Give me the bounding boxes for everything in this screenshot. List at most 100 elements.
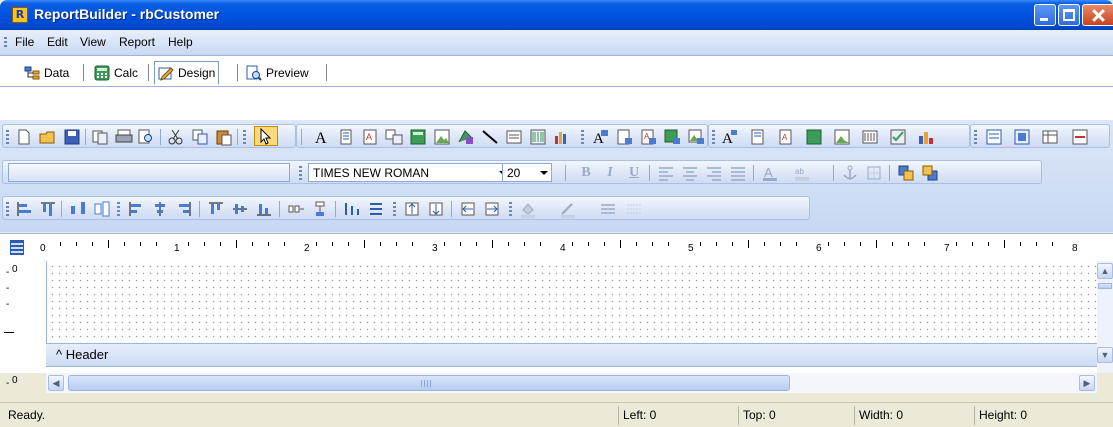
bold-icon[interactable]: B <box>577 164 595 182</box>
db-rich-text-icon[interactable]: A <box>639 128 657 146</box>
db-label2-icon[interactable]: A <box>721 128 739 146</box>
tab-calc[interactable]: Calc <box>91 62 141 84</box>
memo-icon[interactable] <box>337 128 355 146</box>
menu-grip[interactable] <box>4 37 7 49</box>
menu-file[interactable]: File <box>15 35 34 49</box>
nudge-right-icon[interactable] <box>483 200 501 218</box>
tab-data[interactable]: Data <box>21 62 72 84</box>
menu-help[interactable]: Help <box>168 35 193 49</box>
same-width-icon[interactable] <box>343 200 361 218</box>
align-bottom-edges-icon[interactable] <box>255 200 273 218</box>
scroll-up-icon[interactable]: ▲ <box>1097 263 1113 279</box>
print-preview-icon[interactable] <box>137 128 155 146</box>
scroll-left-icon[interactable]: ◀ <box>48 375 64 391</box>
menu-edit[interactable]: Edit <box>47 35 68 49</box>
nudge-down-icon[interactable] <box>427 200 445 218</box>
center-vert-icon[interactable] <box>311 200 329 218</box>
print-icon[interactable] <box>115 128 133 146</box>
border-icon[interactable] <box>865 164 883 182</box>
variable-icon[interactable] <box>409 128 427 146</box>
db-calc-icon[interactable] <box>663 128 681 146</box>
center-horz-icon[interactable] <box>287 200 305 218</box>
db-barcode-icon[interactable] <box>861 128 879 146</box>
header-band-divider[interactable]: ^ Header <box>46 343 1097 367</box>
crosstab-icon[interactable] <box>1041 128 1059 146</box>
db-image-icon[interactable] <box>687 128 705 146</box>
line-thickness-icon[interactable] <box>599 200 617 218</box>
italic-icon[interactable]: I <box>601 164 619 182</box>
line-style-icon[interactable] <box>625 200 643 218</box>
maximize-button[interactable] <box>1058 4 1080 26</box>
menu-report[interactable]: Report <box>119 35 155 49</box>
align-lefts-icon[interactable] <box>15 200 33 218</box>
system-variable-icon[interactable] <box>385 128 403 146</box>
db-checkbox-icon[interactable] <box>889 128 907 146</box>
underline-icon[interactable]: U <box>625 164 643 182</box>
db-label-icon[interactable]: A <box>591 128 609 146</box>
title-bar[interactable]: R ReportBuilder - rbCustomer <box>0 0 1113 30</box>
send-to-back-icon[interactable] <box>921 164 939 182</box>
font-name-select[interactable]: TIMES NEW ROMAN <box>308 163 511 182</box>
ruler-units-icon[interactable] <box>10 240 24 255</box>
paste-icon[interactable] <box>215 128 233 146</box>
nudge-up-icon[interactable] <box>403 200 421 218</box>
db-memo2-icon[interactable] <box>749 128 767 146</box>
vertical-scroll-thumb[interactable] <box>1098 283 1112 289</box>
close-button[interactable] <box>1082 4 1113 26</box>
bring-to-front-icon[interactable] <box>897 164 915 182</box>
align-tops-icon[interactable] <box>39 200 57 218</box>
page-break-icon[interactable] <box>1071 128 1089 146</box>
minimize-button[interactable] <box>1034 4 1056 26</box>
font-color-icon[interactable]: A <box>761 164 779 182</box>
scroll-down-icon[interactable]: ▼ <box>1097 347 1113 363</box>
vertical-scrollbar[interactable]: ▲ ▼ <box>1097 261 1113 373</box>
horizontal-scrollbar[interactable]: ◀ ▶ <box>46 373 1097 393</box>
page-setup-icon[interactable] <box>91 128 109 146</box>
fill-color-icon[interactable] <box>519 200 537 218</box>
align-right-edges-icon[interactable] <box>175 200 193 218</box>
space-vert-icon[interactable] <box>93 200 111 218</box>
cut-icon[interactable] <box>167 128 185 146</box>
anchor-icon[interactable] <box>841 164 859 182</box>
same-height-icon[interactable] <box>367 200 385 218</box>
db-chart-icon[interactable] <box>917 128 935 146</box>
menu-view[interactable]: View <box>80 35 106 49</box>
font-size-select[interactable]: 20 <box>502 163 552 182</box>
scroll-right-icon[interactable]: ▶ <box>1079 375 1095 391</box>
dbtext-icon[interactable] <box>505 128 523 146</box>
line-color-icon[interactable] <box>559 200 577 218</box>
align-top-edges-icon[interactable] <box>207 200 225 218</box>
tab-preview[interactable]: Preview <box>243 62 312 84</box>
new-icon[interactable] <box>15 128 33 146</box>
align-left-icon[interactable] <box>657 164 675 182</box>
chart-icon[interactable] <box>553 128 571 146</box>
align-centers-icon[interactable] <box>151 200 169 218</box>
select-tool-button[interactable] <box>254 126 278 146</box>
justify-icon[interactable] <box>729 164 747 182</box>
image-icon[interactable] <box>433 128 451 146</box>
align-center-icon[interactable] <box>681 164 699 182</box>
design-canvas[interactable] <box>46 261 1097 343</box>
highlight-color-icon[interactable]: ab <box>793 164 811 182</box>
db-calc2-icon[interactable] <box>805 128 823 146</box>
db-rich2-icon[interactable]: A <box>777 128 795 146</box>
copy-icon[interactable] <box>191 128 209 146</box>
rich-text-icon[interactable]: A <box>361 128 379 146</box>
align-middles-icon[interactable] <box>231 200 249 218</box>
label-icon[interactable]: A <box>313 128 331 146</box>
horizontal-scroll-thumb[interactable] <box>68 375 790 391</box>
nudge-left-icon[interactable] <box>459 200 477 218</box>
space-horz-icon[interactable] <box>69 200 87 218</box>
open-icon[interactable] <box>39 128 57 146</box>
subreport-icon[interactable] <box>1013 128 1031 146</box>
barcode-icon[interactable] <box>529 128 547 146</box>
line-icon[interactable] <box>481 128 499 146</box>
align-left-edges-icon[interactable] <box>127 200 145 218</box>
align-right-icon[interactable] <box>705 164 723 182</box>
tab-design[interactable]: Design <box>154 61 220 85</box>
db-image2-icon[interactable] <box>833 128 851 146</box>
shape-icon[interactable] <box>457 128 475 146</box>
db-memo-icon[interactable] <box>615 128 633 146</box>
region-icon[interactable] <box>985 128 1003 146</box>
style-combo[interactable] <box>8 163 290 182</box>
